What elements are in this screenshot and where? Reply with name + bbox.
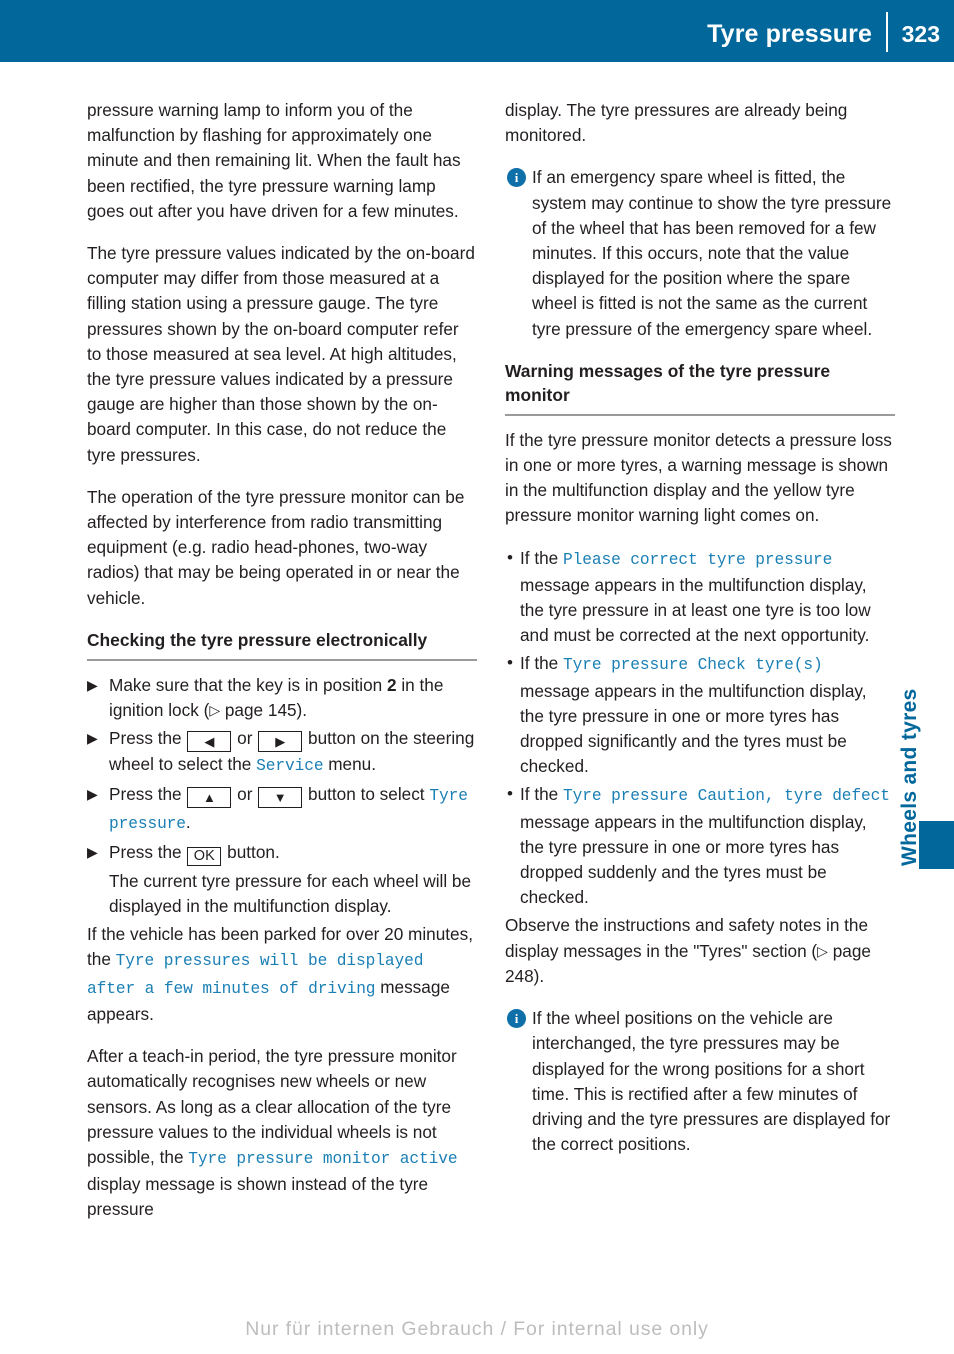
- display-message: Tyre pressure Check tyre(s): [563, 656, 823, 675]
- list-item-text: message appears in the multifunction dis…: [520, 574, 871, 646]
- display-message: Tyre pressure Caution, tyre defect: [563, 787, 890, 806]
- cross-reference-text: page 145).: [220, 700, 308, 721]
- page-number: 323: [901, 21, 940, 47]
- paragraph-text: display message is shown instead of the …: [87, 1174, 429, 1220]
- step-triangle-icon: ▶: [87, 786, 98, 803]
- bullet-dot-icon: •: [507, 547, 513, 567]
- up-arrow-button-icon[interactable]: ▲: [187, 787, 232, 809]
- left-column: pressure warning lamp to inform you of t…: [87, 98, 477, 1240]
- bullet-dot-icon: •: [507, 653, 513, 673]
- step-text: Press the: [109, 784, 187, 805]
- step-text: button to select: [303, 784, 430, 805]
- right-arrow-button-icon[interactable]: ▶: [258, 731, 303, 753]
- chapter-side-tab-marker: [919, 821, 954, 869]
- list-item-text: message appears in the multifunction dis…: [520, 680, 867, 777]
- info-icon: i: [507, 1009, 526, 1029]
- list-item: • If the Tyre pressure Check tyre(s) mess…: [505, 651, 895, 779]
- step-text: button.: [222, 841, 280, 862]
- step-triangle-icon: ▶: [87, 843, 98, 860]
- down-arrow-button-icon[interactable]: ▼: [258, 787, 303, 809]
- section-rule: [505, 413, 895, 416]
- step-text: menu.: [323, 754, 376, 775]
- left-arrow-button-icon[interactable]: ◀: [187, 731, 232, 753]
- display-menu-name: Service: [256, 757, 324, 776]
- paragraph: The operation of the tyre pressure monit…: [87, 486, 465, 608]
- paragraph: After a teach-in period, the tyre pressu…: [87, 1044, 477, 1222]
- cross-reference-arrow-icon: ▷: [209, 702, 221, 719]
- info-note: i If the wheel positions on the vehicle a…: [505, 1006, 895, 1157]
- page-title: Tyre pressure: [707, 20, 872, 48]
- section-heading: Checking the tyre pressure electronicall…: [87, 629, 428, 650]
- info-note-text: If the wheel positions on the vehicle ar…: [532, 1008, 891, 1155]
- section-heading: Warning messages of the tyre pressure mo…: [505, 360, 831, 405]
- list-item-text: If the: [520, 653, 563, 674]
- section-rule: [87, 658, 477, 661]
- step-text: Make sure that the key is in position: [109, 674, 388, 695]
- step-text: Press the: [109, 841, 187, 862]
- info-icon: i: [507, 168, 526, 188]
- paragraph: The tyre pressure values indicated by th…: [87, 243, 475, 465]
- page-header-bar: Tyre pressure 323: [0, 0, 954, 62]
- instruction-step: ▶ Make sure that the key is in position 2…: [87, 673, 477, 723]
- step-text: .: [185, 811, 191, 832]
- instruction-step: ▶ Press the ▲ or ▼ button to select Tyre …: [87, 782, 477, 836]
- paragraph: If the vehicle has been parked for over …: [87, 922, 477, 1027]
- paragraph: pressure warning lamp to inform you of t…: [87, 100, 461, 221]
- list-item-text: If the: [520, 784, 563, 805]
- instruction-step: ▶ Press the OK button.: [87, 840, 477, 866]
- display-message: Tyre pressure monitor active: [188, 1149, 458, 1168]
- paragraph-text: After a teach-in period, the tyre pressu…: [87, 1046, 457, 1167]
- display-message: Please correct tyre pressure: [563, 550, 833, 569]
- step-triangle-icon: ▶: [87, 676, 98, 693]
- right-column: display. The tyre pressures are already …: [505, 98, 895, 1174]
- step-text: or: [232, 784, 258, 805]
- ok-button-icon[interactable]: OK: [187, 846, 222, 866]
- footer-watermark: Nur für internen Gebrauch / For internal…: [245, 1318, 709, 1340]
- header-divider: [886, 12, 888, 52]
- step-text: or: [232, 728, 258, 749]
- bullet-dot-icon: •: [507, 784, 513, 804]
- step-text: Press the: [109, 728, 187, 749]
- paragraph-text: Observe the instructions and safety note…: [505, 915, 869, 961]
- cross-reference-arrow-icon: ▷: [817, 942, 828, 959]
- info-note: i If an emergency spare wheel is fitted, …: [505, 165, 895, 341]
- display-message: Tyre pressures will be displayed after a…: [87, 952, 424, 998]
- info-note-text: If an emergency spare wheel is fitted, t…: [532, 167, 892, 339]
- instruction-step: ▶ Press the ◀ or ▶ button on the steering…: [87, 726, 477, 779]
- list-item: • If the Tyre pressure Caution, tyre defe…: [505, 782, 895, 910]
- paragraph: If the tyre pressure monitor detects a p…: [505, 429, 892, 526]
- list-item-text: message appears in the multifunction dis…: [520, 811, 867, 908]
- step-result-text: The current tyre pressure for each wheel…: [109, 870, 472, 917]
- list-item: • If the Please correct tyre pressure mes…: [505, 546, 895, 649]
- list-item-text: If the: [520, 547, 563, 568]
- key-position-value: 2: [387, 674, 397, 695]
- step-triangle-icon: ▶: [87, 730, 98, 747]
- paragraph: Observe the instructions and safety note…: [505, 913, 895, 989]
- paragraph: display. The tyre pressures are already …: [505, 100, 848, 146]
